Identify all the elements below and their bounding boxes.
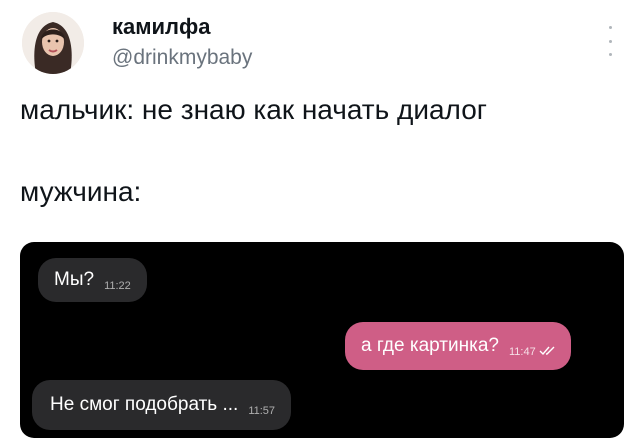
message-text: а где картинка? [361,335,499,356]
user-handle[interactable]: @drinkmybaby [112,46,252,70]
message-bubble-incoming: Не смог подобрать ... 11:57 [32,380,292,430]
more-options-icon[interactable] [602,26,618,56]
avatar-illustration [22,12,84,74]
tweet-header: камилфа @drinkmybaby [20,10,620,80]
double-check-icon [539,343,557,361]
tweet-text-line-1: мальчик: не знаю как начать диалог [20,94,487,125]
message-bubble-incoming: Мы? 11:22 [38,258,147,302]
message-text: Не смог подобрать ... [50,394,239,415]
message-time: 11:47 [508,346,536,358]
avatar[interactable] [22,12,84,74]
chat-screenshot: Мы? 11:22 а где картинка? 11:47 Не смог … [20,242,624,438]
tweet-text-line-2: мужчина: [20,176,142,207]
message-bubble-outgoing: а где картинка? 11:47 [345,322,571,370]
message-text: Мы? [54,269,95,290]
message-time: 11:57 [248,405,276,417]
message-time: 11:22 [104,280,131,292]
display-name[interactable]: камилфа [112,14,211,40]
